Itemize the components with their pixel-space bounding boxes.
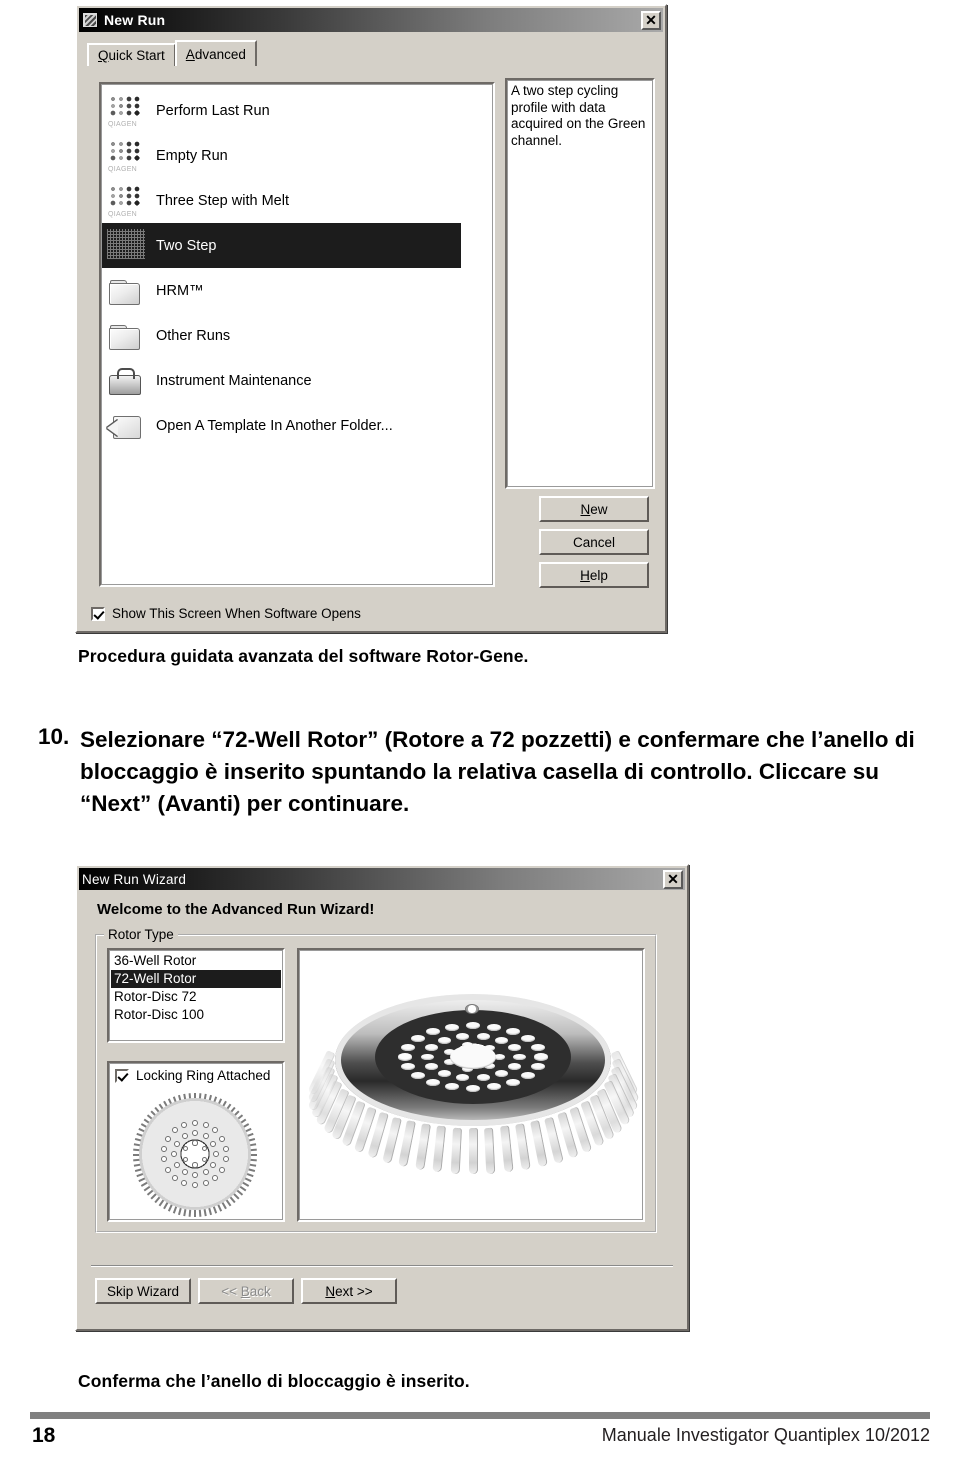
rotor-disc	[375, 1010, 571, 1104]
rotor-preview-panel	[297, 948, 645, 1222]
folder-icon	[107, 274, 147, 308]
list-item-label: Instrument Maintenance	[156, 372, 312, 389]
step-number: 10.	[38, 724, 70, 749]
back-button-label: << Back	[221, 1283, 271, 1299]
rotor-holes	[139, 1098, 251, 1210]
wizard-titlebar: New Run Wizard ✕	[79, 868, 685, 890]
folder-icon	[107, 319, 147, 353]
wizard-heading: Welcome to the Advanced Run Wizard!	[97, 901, 375, 918]
locking-ring-image	[131, 1091, 259, 1217]
list-item[interactable]: QIAGEN Perform Last Run	[101, 88, 493, 133]
rotor-type-option-selected[interactable]: 72-Well Rotor	[111, 970, 281, 988]
list-item[interactable]: Open A Template In Another Folder...	[101, 403, 493, 448]
new-button-label: ew	[590, 501, 608, 517]
new-button-accel: N	[580, 501, 591, 517]
page-number: 18	[32, 1424, 56, 1447]
list-item[interactable]: HRM™	[101, 268, 493, 313]
rotor-type-option[interactable]: 36-Well Rotor	[111, 952, 281, 970]
list-item-label: Two Step	[156, 237, 217, 254]
app-icon	[82, 12, 98, 28]
list-item-label: Other Runs	[156, 327, 231, 344]
locking-ring-checkbox[interactable]: Locking Ring Attached	[115, 1068, 279, 1083]
tab-quick-start[interactable]: Quick Start	[87, 43, 176, 66]
help-button-label: elp	[589, 567, 608, 583]
close-icon[interactable]: ✕	[663, 869, 683, 889]
rotor-type-group: Rotor Type 36-Well Rotor 72-Well Rotor R…	[95, 927, 657, 1233]
skip-wizard-button[interactable]: Skip Wizard	[95, 1278, 191, 1304]
help-button[interactable]: Help	[539, 562, 649, 588]
rotor-type-option[interactable]: Rotor-Disc 100	[111, 1006, 281, 1024]
new-run-titlebar: New Run ✕	[79, 8, 663, 32]
rotor-hub	[465, 1004, 479, 1014]
locking-ring-panel: Locking Ring Attached	[107, 1061, 285, 1222]
tab-advanced-accel: A	[185, 46, 195, 62]
new-run-tabstrip: Quick Start Advanced	[87, 40, 665, 66]
rotor-type-group-label: Rotor Type	[104, 927, 178, 942]
next-button[interactable]: Next >>	[301, 1278, 397, 1304]
locking-ring-label: Locking Ring Attached	[136, 1068, 271, 1083]
qiagen-plate-icon: QIAGEN	[107, 94, 147, 128]
tab-quick-start-label: uick Start	[108, 48, 165, 63]
new-button[interactable]: New	[539, 496, 649, 522]
checkbox-box[interactable]	[91, 606, 105, 621]
new-run-title: New Run	[104, 12, 166, 28]
list-item-label: Three Step with Melt	[156, 192, 289, 209]
list-item-label: Open A Template In Another Folder...	[156, 417, 393, 434]
footer-text: Manuale Investigator Quantiplex 10/2012	[601, 1425, 930, 1445]
list-item-label: Perform Last Run	[156, 102, 270, 119]
help-button-accel: H	[580, 567, 590, 583]
manual-page: New Run ✕ Quick Start Advanced QIAGEN Pe…	[0, 0, 960, 1463]
qiagen-plate-icon	[107, 228, 147, 263]
footer-rule	[30, 1412, 930, 1419]
list-item-label: Empty Run	[156, 147, 228, 164]
qiagen-plate-icon: QIAGEN	[107, 139, 147, 173]
list-item-label: HRM™	[156, 282, 204, 299]
rotor-type-option[interactable]: Rotor-Disc 72	[111, 988, 281, 1006]
template-description-text: A two step cycling profile with data acq…	[511, 83, 646, 148]
caption-bottom: Conferma che l’anello di bloccaggio è in…	[78, 1371, 470, 1391]
tab-advanced[interactable]: Advanced	[174, 40, 257, 66]
show-screen-on-open-label: Show This Screen When Software Opens	[112, 606, 361, 621]
cancel-button[interactable]: Cancel	[539, 529, 649, 555]
tab-quick-start-accel: Q	[98, 48, 109, 63]
list-item[interactable]: QIAGEN Three Step with Melt	[101, 178, 493, 223]
list-item[interactable]: QIAGEN Empty Run	[101, 133, 493, 178]
step-text: Selezionare “72-Well Rotor” (Rotore a 72…	[80, 727, 915, 816]
caption-top: Procedura guidata avanzata del software …	[78, 646, 529, 666]
template-description-panel: A two step cycling profile with data acq…	[505, 78, 655, 489]
rotor-type-listbox[interactable]: 36-Well Rotor 72-Well Rotor Rotor-Disc 7…	[107, 948, 285, 1043]
rotor-perspective-image	[306, 966, 640, 1206]
list-item-selected[interactable]: Two Step	[101, 223, 461, 268]
run-template-list[interactable]: QIAGEN Perform Last Run QIAGEN Empty Run…	[99, 82, 495, 587]
skip-wizard-label: Skip Wizard	[106, 1283, 179, 1299]
close-icon[interactable]: ✕	[641, 10, 661, 30]
list-item[interactable]: Other Runs	[101, 313, 493, 358]
open-folder-icon	[107, 409, 147, 443]
new-run-wizard-dialog: New Run Wizard ✕ Welcome to the Advanced…	[75, 864, 689, 1331]
checkbox-box[interactable]	[115, 1068, 129, 1083]
qiagen-plate-icon: QIAGEN	[107, 184, 147, 218]
tab-advanced-label: dvanced	[194, 46, 246, 62]
next-button-label: Next >>	[325, 1283, 373, 1299]
cancel-button-label: Cancel	[572, 534, 616, 550]
back-button[interactable]: << Back	[198, 1278, 294, 1304]
wizard-title: New Run Wizard	[82, 871, 187, 887]
new-run-dialog: New Run ✕ Quick Start Advanced QIAGEN Pe…	[75, 4, 667, 633]
show-screen-on-open-checkbox[interactable]: Show This Screen When Software Opens	[91, 606, 361, 621]
toolbox-icon	[107, 364, 147, 398]
wizard-separator	[91, 1265, 673, 1267]
rotor-well-holes	[375, 1010, 571, 1104]
list-item[interactable]: Instrument Maintenance	[101, 358, 493, 403]
rotor-top-view	[139, 1098, 251, 1210]
